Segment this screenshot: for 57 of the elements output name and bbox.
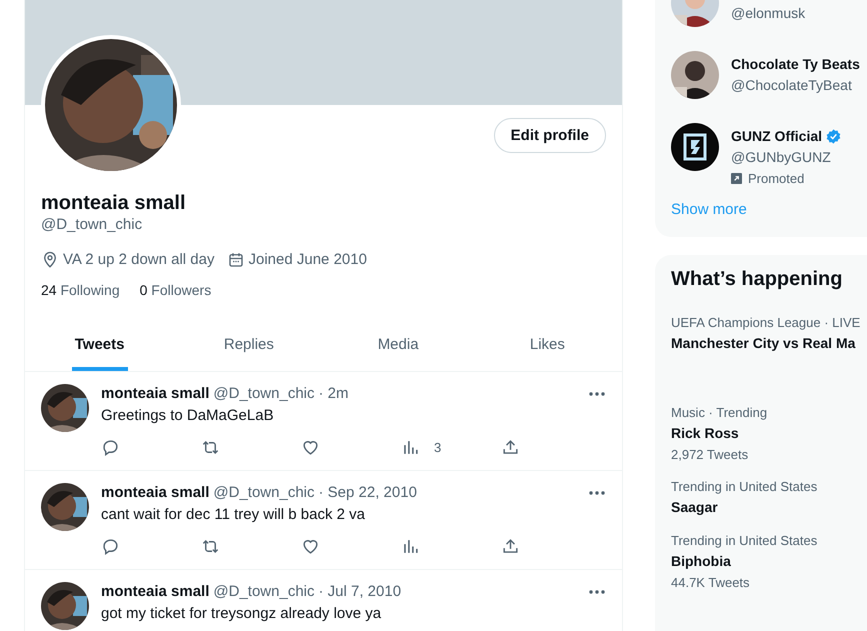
trend-context: Music · Trending [671,405,768,421]
tweet-time: · Jul 7, 2010 [318,582,402,602]
trend-context: Trending in United States [671,479,818,495]
account-handle: @GUNbyGUNZ [731,148,832,167]
tweet-time: · 2m [318,384,348,404]
calendar-icon [226,251,244,269]
trend-count: 44.7K Tweets [671,575,751,591]
heart-icon[interactable] [301,537,320,556]
tweet-handle: @D_town_chic [213,582,314,602]
promoted-icon [731,173,742,184]
trend-name[interactable]: Saagar [671,497,867,517]
tweet-text: cant wait for dec 11 trey will b back 2 va [101,505,366,525]
profile-handle: @D_town_chic [41,215,144,235]
more-icon[interactable] [588,490,606,496]
more-icon[interactable] [588,589,606,595]
trend-name[interactable]: Manchester City vs Real Ma [671,333,867,353]
tweet-time: · Sep 22, 2010 [318,483,417,503]
share-icon[interactable] [501,537,520,556]
location-icon [41,251,59,269]
following-link[interactable]: 24 Following [41,280,120,300]
tweet-author: monteaia small [101,384,210,404]
reply-icon[interactable] [101,537,120,556]
trend-name[interactable]: Biphobia [671,551,867,571]
share-icon[interactable] [501,438,520,457]
promoted-label: Promoted [748,171,804,186]
account-name[interactable]: GUNZ Official [731,128,822,144]
account-handle: @elonmusk [731,4,806,23]
tweet-author: monteaia small [101,483,210,503]
joined-date: Joined June 2010 [248,250,367,270]
tweet-text: got my ticket for treysongz already love ya [101,604,382,624]
retweet-icon[interactable] [201,438,220,457]
account-name[interactable]: Chocolate Ty Beats [731,56,860,72]
tweet-handle: @D_town_chic [213,384,314,404]
tweet-handle: @D_town_chic [213,483,314,503]
heart-icon[interactable] [301,438,320,457]
views-icon[interactable] [401,438,420,457]
profile-tab[interactable]: Media [324,319,473,371]
trend-name[interactable]: Rick Ross [671,423,867,443]
views-count: 3 [434,440,442,455]
reply-icon[interactable] [101,438,120,457]
trend-context: UEFA Champions League · LIVE [671,315,862,331]
more-icon[interactable] [588,391,606,397]
panel-title: What’s happening [670,267,844,292]
tweet-author: monteaia small [101,582,210,602]
edit-profile-button[interactable]: Edit profile [494,118,606,153]
tweet-text: Greetings to DaMaGeLaB [101,406,275,426]
trend-count: 2,972 Tweets [671,447,750,463]
views-icon[interactable] [401,537,420,556]
retweet-icon[interactable] [201,537,220,556]
profile-location: VA 2 up 2 down all day [63,250,214,270]
account-handle: @ChocolateTyBeat [731,76,853,95]
profile-tab[interactable]: Likes [472,319,622,371]
followers-link[interactable]: 0 Followers [140,280,212,300]
trend-context: Trending in United States [671,533,818,549]
profile-tab[interactable]: Replies [174,319,324,371]
logo-icon [671,123,719,171]
profile-name: monteaia small [41,191,187,215]
